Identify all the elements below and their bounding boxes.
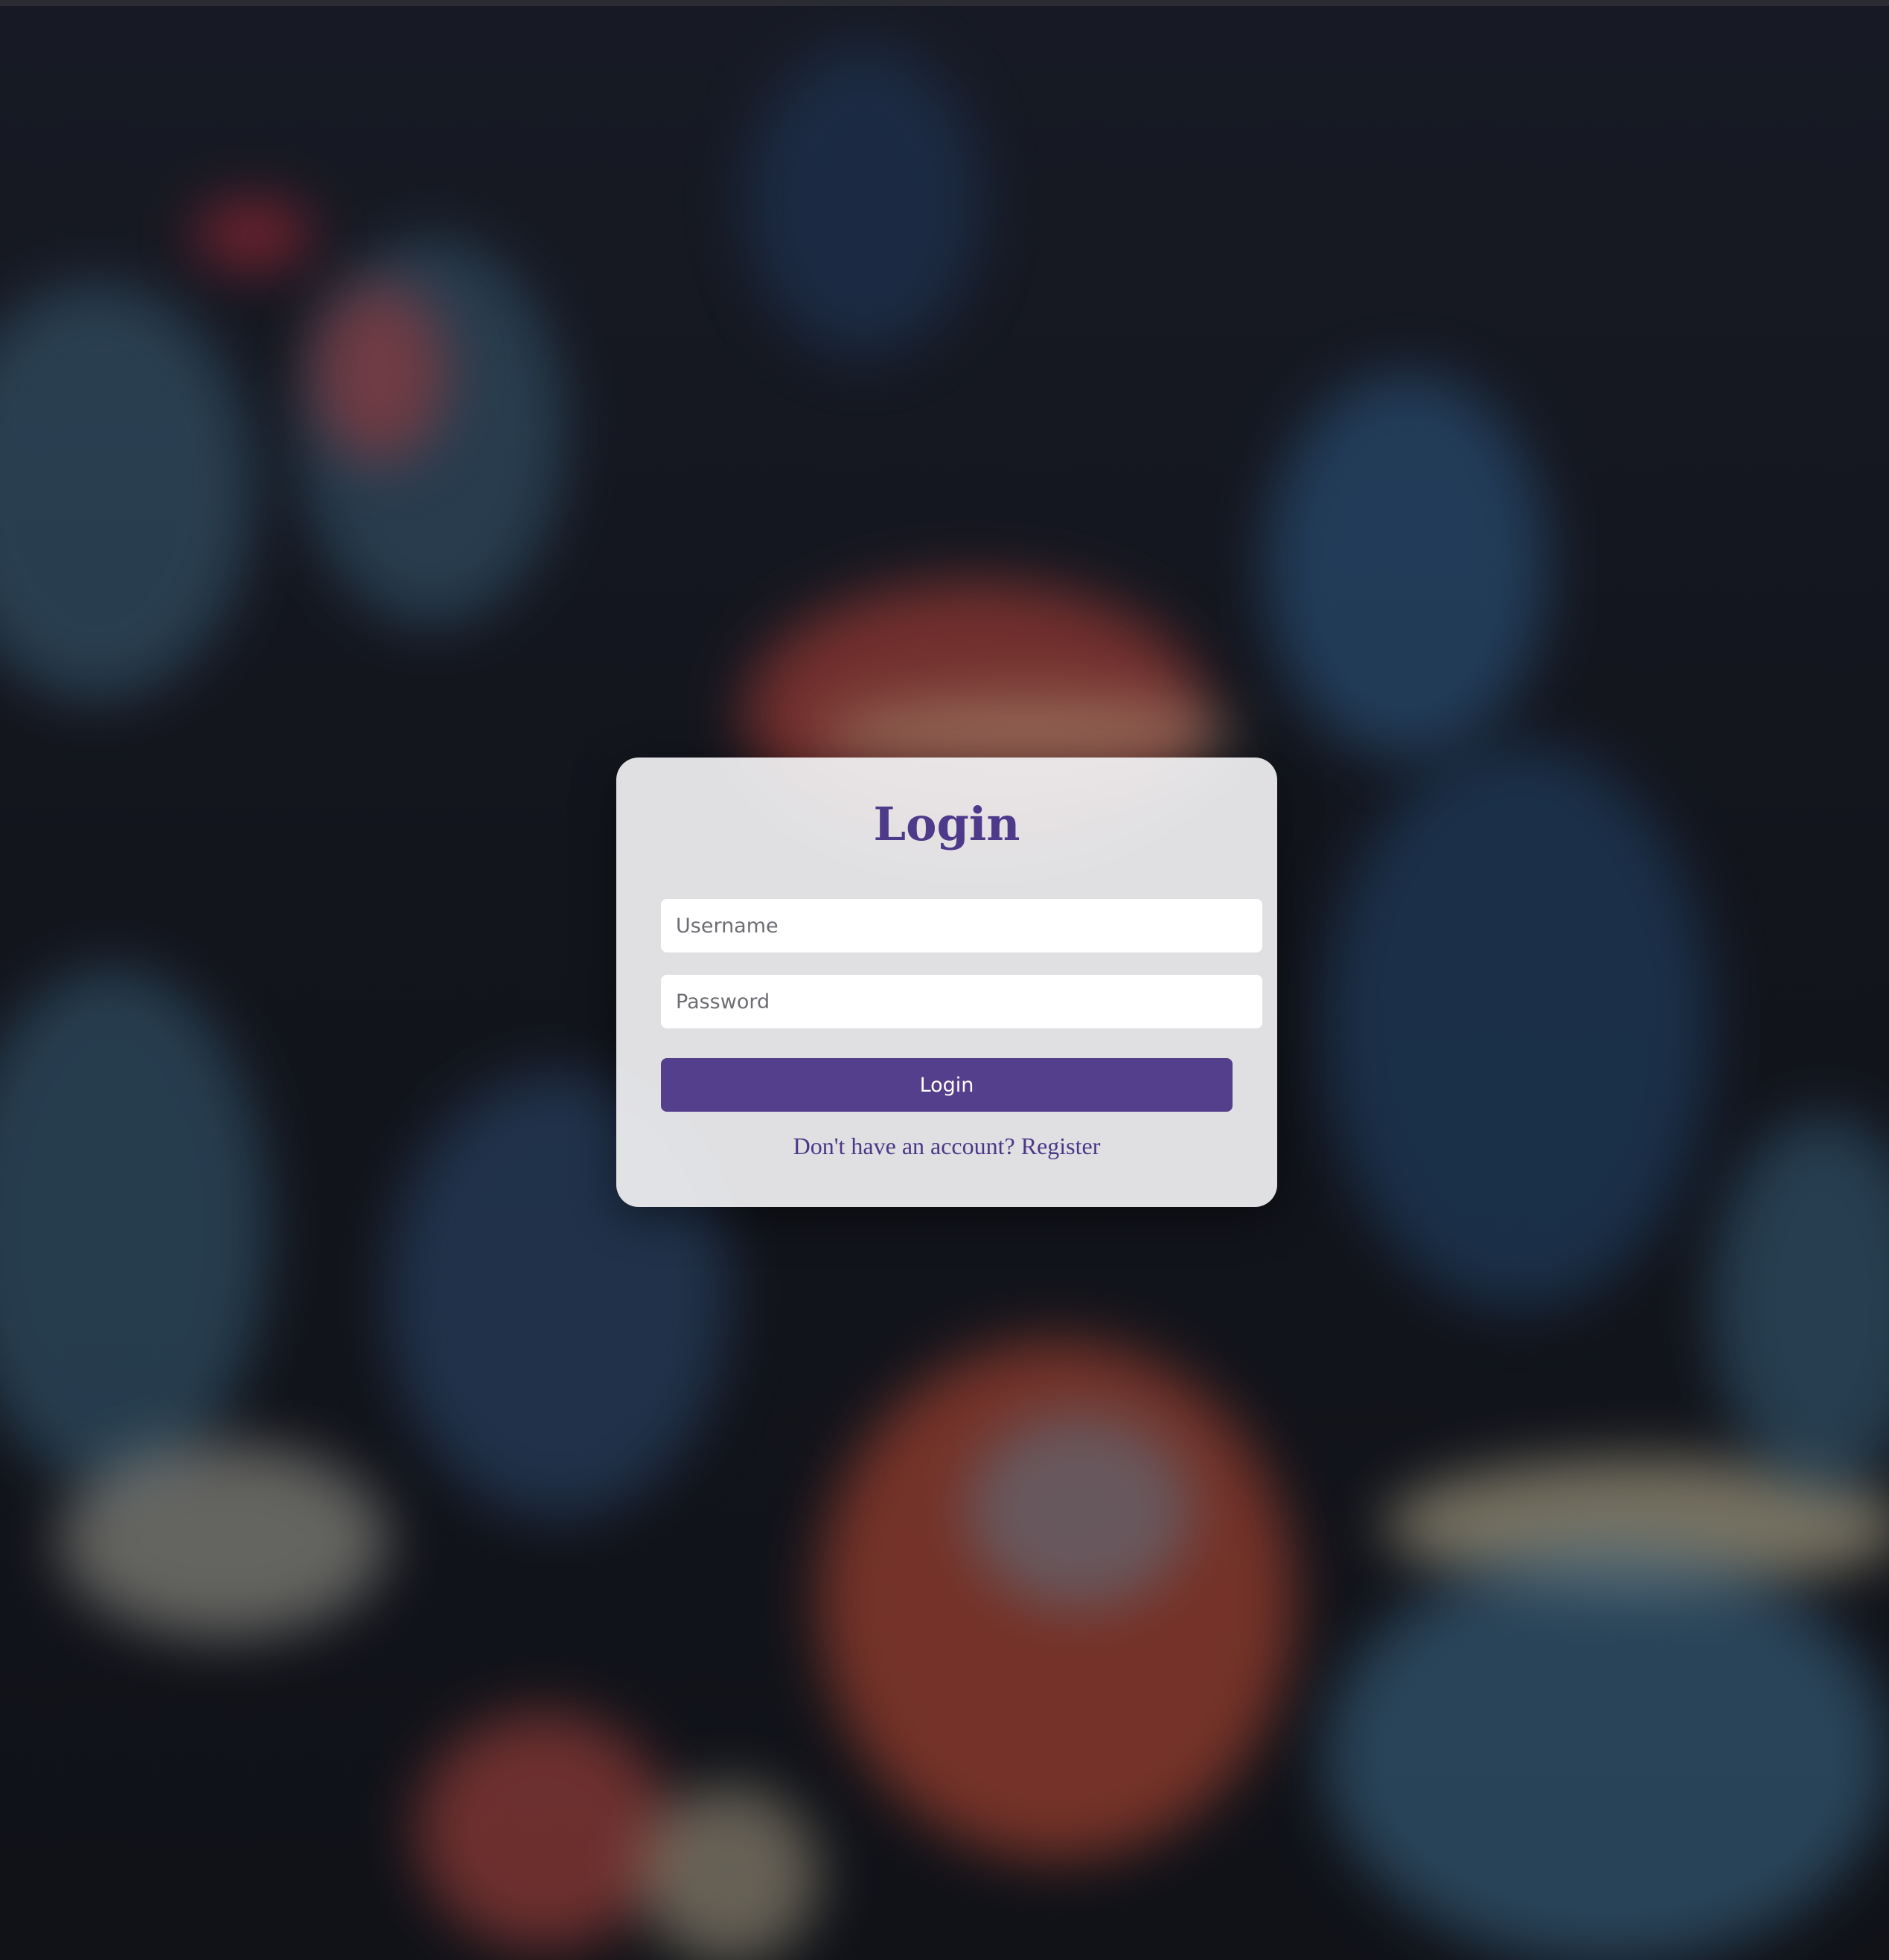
login-button[interactable]: Login [661, 1058, 1233, 1112]
register-prompt-text: Don't have an account? [793, 1133, 1015, 1159]
login-card: Login Login Don't have an account? Regis… [616, 758, 1277, 1207]
register-link[interactable]: Register [1021, 1133, 1101, 1159]
username-input[interactable] [661, 899, 1262, 952]
window-top-edge [0, 0, 1889, 6]
login-title: Login [873, 797, 1020, 851]
password-input[interactable] [661, 975, 1262, 1028]
register-prompt-line: Don't have an account? Register [616, 1131, 1277, 1161]
